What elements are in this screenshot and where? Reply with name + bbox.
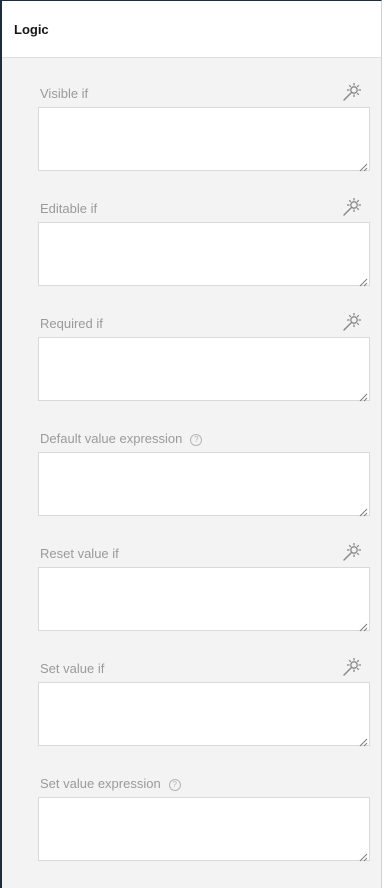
magic-wand-icon[interactable] bbox=[340, 80, 364, 104]
resize-grip-icon[interactable] bbox=[358, 849, 368, 862]
resize-grip-icon[interactable] bbox=[358, 389, 368, 402]
expression-textarea[interactable] bbox=[38, 452, 370, 516]
expression-textarea[interactable] bbox=[38, 107, 370, 171]
field-header: Reset value if bbox=[38, 543, 370, 567]
field-label: Required if bbox=[40, 316, 103, 331]
field-header: Required if bbox=[38, 313, 370, 337]
field-header: Set value expression? bbox=[38, 773, 370, 797]
field-label-wrap: Visible if bbox=[40, 86, 88, 101]
expression-textarea[interactable] bbox=[38, 337, 370, 401]
panel-header[interactable]: Logic bbox=[2, 1, 381, 58]
expression-textarea[interactable] bbox=[38, 222, 370, 286]
field-label: Visible if bbox=[40, 86, 89, 101]
magic-wand-icon[interactable] bbox=[340, 195, 364, 219]
resize-grip-icon[interactable] bbox=[358, 619, 368, 632]
magic-wand-icon[interactable] bbox=[340, 310, 364, 334]
resize-grip-icon[interactable] bbox=[358, 274, 368, 287]
field-required-if: Required if bbox=[38, 313, 370, 402]
field-label-wrap: Default value expression? bbox=[40, 431, 203, 446]
resize-grip-icon[interactable] bbox=[358, 734, 368, 747]
field-header: Editable if bbox=[38, 198, 370, 222]
panel-body: Visible if Editable if Required if Default … bbox=[10, 58, 381, 888]
help-icon[interactable]: ? bbox=[190, 434, 203, 446]
field-set-value-expression: Set value expression? bbox=[38, 773, 370, 862]
field-header: Visible if bbox=[38, 83, 370, 107]
field-label-wrap: Required if bbox=[40, 316, 103, 331]
panel-title: Logic bbox=[14, 21, 49, 37]
expression-textarea[interactable] bbox=[38, 682, 370, 746]
field-default-value-expression: Default value expression? bbox=[38, 428, 370, 517]
field-visible-if: Visible if bbox=[38, 83, 370, 172]
logic-panel: Logic Visible if Editable if Required if De… bbox=[0, 0, 382, 888]
field-label: Reset value if bbox=[40, 546, 119, 561]
resize-grip-icon[interactable] bbox=[358, 159, 368, 172]
field-header: Default value expression? bbox=[38, 428, 370, 452]
field-header: Set value if bbox=[38, 658, 370, 682]
field-label: Editable if bbox=[40, 201, 98, 216]
field-set-value-if: Set value if bbox=[38, 658, 370, 747]
help-icon[interactable]: ? bbox=[168, 779, 181, 791]
magic-wand-icon[interactable] bbox=[340, 655, 364, 679]
field-reset-value-if: Reset value if bbox=[38, 543, 370, 632]
resize-grip-icon[interactable] bbox=[358, 504, 368, 517]
field-label-wrap: Editable if bbox=[40, 201, 97, 216]
field-label-wrap: Set value if bbox=[40, 661, 104, 676]
magic-wand-icon[interactable] bbox=[340, 540, 364, 564]
expression-textarea[interactable] bbox=[38, 797, 370, 861]
expression-textarea[interactable] bbox=[38, 567, 370, 631]
field-label: Set value if bbox=[40, 661, 105, 676]
field-label: Set value expression bbox=[40, 776, 161, 791]
field-editable-if: Editable if bbox=[38, 198, 370, 287]
field-label: Default value expression bbox=[40, 431, 183, 446]
field-label-wrap: Set value expression? bbox=[40, 776, 181, 791]
field-label-wrap: Reset value if bbox=[40, 546, 119, 561]
